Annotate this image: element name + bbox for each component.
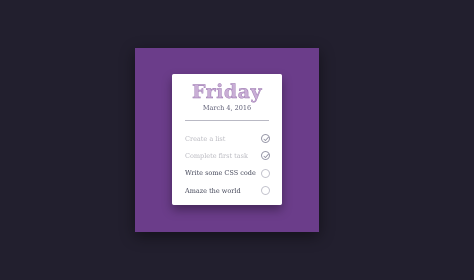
task-item[interactable]: Write some CSS code: [185, 165, 270, 182]
task-list: Create a list Complete first task Write …: [185, 130, 270, 199]
empty-circle-icon[interactable]: [261, 168, 270, 178]
purple-frame: Friday March 4, 2016 Create a list Compl…: [135, 48, 319, 232]
day-title: Friday: [191, 81, 263, 103]
task-item[interactable]: Amaze the world: [185, 182, 270, 199]
task-item[interactable]: Create a list: [185, 130, 270, 147]
checkmark-icon[interactable]: [261, 151, 270, 161]
checkmark-icon[interactable]: [261, 134, 270, 144]
todo-card: Friday March 4, 2016 Create a list Compl…: [172, 74, 282, 205]
task-label: Write some CSS code: [185, 169, 256, 178]
divider: [185, 120, 269, 121]
task-label: Amaze the world: [185, 186, 241, 195]
task-item[interactable]: Complete first task: [185, 147, 270, 164]
date-subtitle: March 4, 2016: [202, 104, 252, 112]
task-label: Complete first task: [185, 151, 248, 160]
empty-circle-icon[interactable]: [261, 186, 270, 196]
task-label: Create a list: [185, 134, 226, 143]
